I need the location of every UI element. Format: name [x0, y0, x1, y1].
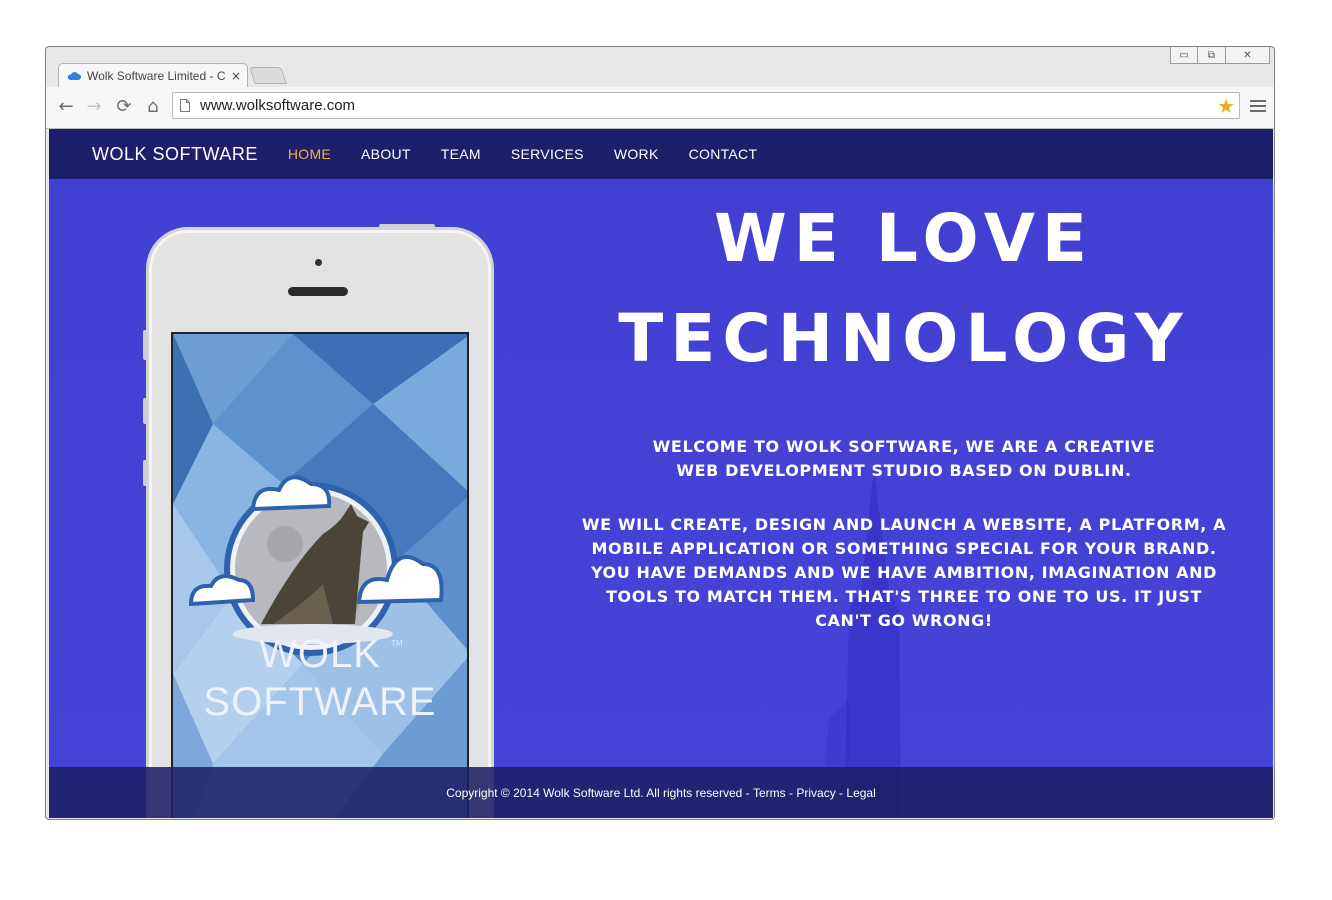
home-icon[interactable]: ⌂ [143, 96, 163, 117]
browser-tab[interactable]: Wolk Software Limited - C × [58, 63, 248, 87]
forward-icon[interactable]: → [84, 96, 104, 117]
phone-logo-line2: SOFTWARE [203, 680, 437, 724]
browser-toolbar: ← → ⟳ ⌂ www.wolksoftware.com ★ [46, 87, 1274, 129]
phone-camera [315, 259, 322, 266]
footer-separator: - [839, 785, 844, 800]
hero-title-line2: TECHNOLOGY [618, 300, 1190, 377]
url-text[interactable]: www.wolksoftware.com [200, 97, 1217, 114]
phone-button [143, 460, 147, 486]
cloud-icon [67, 71, 81, 80]
web-page: WOLK SOFTWARE HOME ABOUT TEAM SERVICES W… [49, 129, 1273, 818]
footer-separator: - [789, 785, 794, 800]
nav-contact[interactable]: CONTACT [689, 146, 758, 162]
nav-work[interactable]: WORK [614, 146, 659, 162]
reload-icon[interactable]: ⟳ [114, 96, 134, 117]
site-brand[interactable]: WOLK SOFTWARE [92, 144, 258, 165]
menu-icon[interactable] [1250, 96, 1266, 116]
minimize-button[interactable]: ▭ [1170, 47, 1198, 64]
restore-button[interactable]: ⧉ [1198, 47, 1226, 64]
back-icon[interactable]: ← [56, 96, 76, 117]
footer-legal-link[interactable]: Legal [846, 786, 875, 800]
footer-copyright: Copyright © 2014 Wolk Software Ltd. All … [446, 785, 750, 800]
phone-button [379, 224, 435, 228]
hero-body: WE WILL CREATE, DESIGN AND LAUNCH A WEBS… [581, 515, 1227, 630]
nav-about[interactable]: ABOUT [361, 146, 411, 162]
nav-home[interactable]: HOME [288, 146, 331, 162]
tab-strip: Wolk Software Limited - C × [46, 47, 1274, 87]
phone-logo-line1: WOLK [259, 632, 381, 676]
new-tab-button[interactable] [249, 67, 287, 84]
window-controls: ▭ ⧉ ✕ [1170, 47, 1270, 64]
browser-window: Wolk Software Limited - C × ▭ ⧉ ✕ ← → ⟳ … [45, 46, 1275, 820]
phone-button [143, 330, 147, 360]
hero-title-line1: WE LOVE [713, 200, 1095, 277]
nav-services[interactable]: SERVICES [511, 146, 584, 162]
close-window-button[interactable]: ✕ [1226, 47, 1270, 64]
site-nav-links: HOME ABOUT TEAM SERVICES WORK CONTACT [288, 146, 787, 162]
footer-privacy-link[interactable]: Privacy [796, 786, 835, 800]
phone-mockup: TM WOLK SOFTWARE [143, 224, 494, 818]
site-navbar: WOLK SOFTWARE HOME ABOUT TEAM SERVICES W… [49, 129, 1273, 179]
site-footer: Copyright © 2014 Wolk Software Ltd. All … [49, 767, 1273, 818]
nav-team[interactable]: TEAM [441, 146, 481, 162]
phone-button [143, 398, 147, 424]
hero-text: WE LOVE TECHNOLOGY WELCOME TO WOLK SOFTW… [579, 189, 1229, 633]
wolf-moon-illustration: TM [188, 475, 444, 656]
address-bar[interactable]: www.wolksoftware.com ★ [172, 92, 1240, 119]
hero-intro: WELCOME TO WOLK SOFTWARE, WE ARE A CREAT… [652, 437, 1156, 480]
page-icon [180, 99, 190, 112]
bookmark-star-icon[interactable]: ★ [1217, 94, 1235, 118]
tab-close-icon[interactable]: × [231, 69, 241, 83]
tab-title: Wolk Software Limited - C [87, 68, 226, 83]
phone-speaker [288, 287, 348, 296]
phone-screen: TM WOLK SOFTWARE [171, 332, 469, 818]
footer-terms-link[interactable]: Terms [753, 786, 786, 800]
